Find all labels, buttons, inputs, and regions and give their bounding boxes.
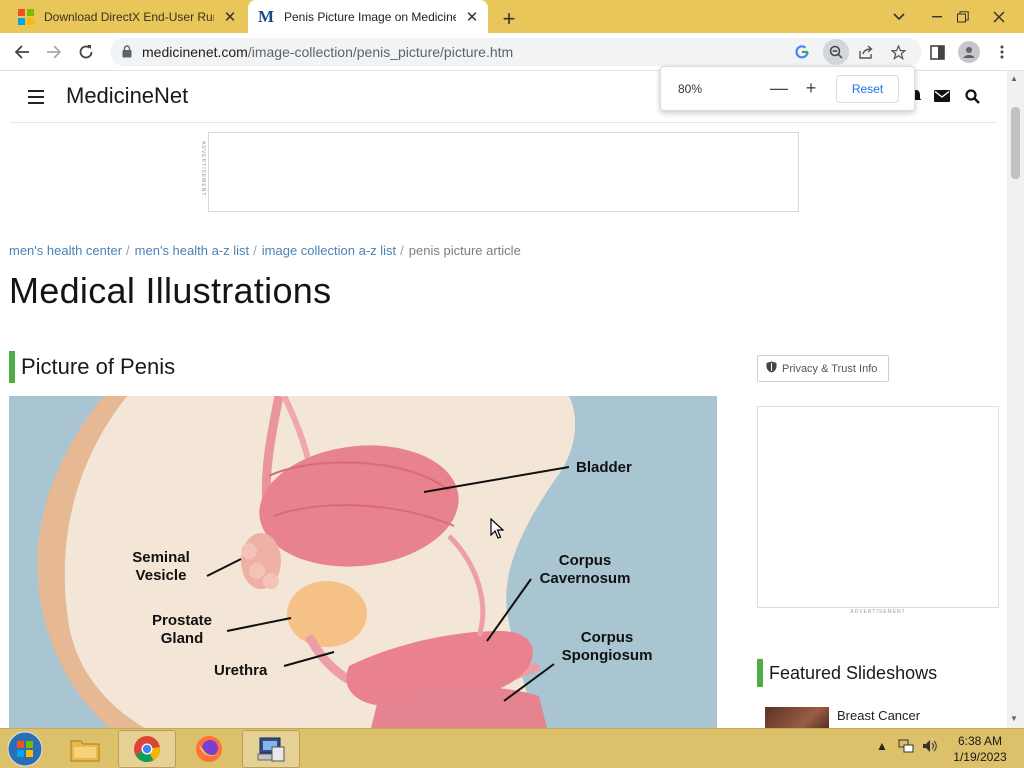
- close-tab-icon[interactable]: ✕: [222, 8, 238, 26]
- close-tab-icon[interactable]: ✕: [464, 8, 480, 26]
- show-hidden-icons-icon[interactable]: ▲: [876, 739, 888, 753]
- shield-icon: [766, 361, 777, 376]
- google-lens-icon[interactable]: [792, 42, 812, 62]
- network-icon[interactable]: [898, 739, 914, 756]
- profile-avatar-icon[interactable]: [958, 41, 980, 63]
- restore-icon[interactable]: [946, 0, 980, 33]
- setup-computer-icon: [257, 737, 285, 762]
- label-seminal-vesicle: Seminal Vesicle: [132, 549, 190, 584]
- address-bar[interactable]: medicinenet.com/image-collection/penis_p…: [110, 38, 922, 66]
- file-explorer-taskbar-button[interactable]: [56, 730, 114, 768]
- new-tab-button[interactable]: +: [498, 6, 520, 32]
- search-icon[interactable]: [962, 86, 982, 106]
- section-accent-bar: [757, 659, 763, 687]
- windows-taskbar: ▲ 6:38 AM 1/19/2023: [0, 728, 1024, 768]
- zoom-popup: 80% — + Reset: [660, 66, 915, 111]
- advertisement-label: ADVERTISEMENT: [850, 609, 906, 615]
- lock-icon[interactable]: [122, 45, 132, 63]
- url-text: medicinenet.com/image-collection/penis_p…: [142, 44, 514, 60]
- system-clock[interactable]: 6:38 AM 1/19/2023: [944, 733, 1016, 765]
- mail-icon[interactable]: [932, 86, 952, 106]
- medicinenet-logo-icon: M: [258, 6, 275, 26]
- zoom-out-button[interactable]: —: [768, 77, 790, 99]
- windows-logo-icon: [7, 731, 43, 767]
- web-page: MedicineNet ADVERTISEMENT men's health c…: [0, 71, 1024, 728]
- volume-icon[interactable]: [922, 739, 938, 756]
- label-prostate-gland: Prostate Gland: [151, 612, 213, 647]
- clock-time: 6:38 AM: [957, 734, 1003, 748]
- back-arrow-icon[interactable]: [10, 40, 34, 64]
- breadcrumb-link[interactable]: men's health center: [9, 243, 122, 258]
- label-corpus-cavernosum: Corpus Cavernosum: [539, 552, 631, 587]
- scroll-up-arrow-icon[interactable]: ▲: [1010, 74, 1018, 83]
- side-panel-icon[interactable]: [926, 41, 948, 63]
- start-button[interactable]: [6, 730, 46, 768]
- label-urethra: Urethra: [214, 662, 268, 679]
- forward-arrow-icon[interactable]: [42, 40, 66, 64]
- privacy-trust-button[interactable]: Privacy & Trust Info: [757, 355, 889, 382]
- label-corpus-spongiosum: Corpus Spongiosum: [561, 629, 653, 664]
- share-icon[interactable]: [856, 42, 876, 62]
- privacy-trust-label: Privacy & Trust Info: [782, 362, 878, 375]
- zoom-reset-button[interactable]: Reset: [836, 75, 899, 103]
- installer-taskbar-button[interactable]: [242, 730, 300, 768]
- breadcrumb-link[interactable]: image collection a-z list: [262, 243, 396, 258]
- section-title: Picture of Penis: [21, 354, 176, 379]
- window-close-icon[interactable]: [982, 0, 1016, 33]
- tab-penis-picture[interactable]: M Penis Picture Image on Medicine ✕: [248, 0, 488, 33]
- reload-icon[interactable]: [74, 40, 98, 64]
- clock-date: 1/19/2023: [953, 750, 1007, 764]
- zoom-level: 80%: [678, 82, 703, 96]
- breadcrumb-current: penis picture article: [408, 243, 521, 258]
- scroll-down-arrow-icon[interactable]: ▼: [1010, 714, 1018, 723]
- bookmark-star-icon[interactable]: [888, 42, 908, 62]
- tab-title: Penis Picture Image on Medicine: [284, 9, 456, 24]
- advertisement-label: ADVERTISEMENT: [200, 141, 206, 197]
- zoom-out-magnifier-icon[interactable]: [823, 39, 849, 65]
- label-bladder: Bladder: [576, 459, 632, 476]
- slideshow-title[interactable]: Breast Cancer: [837, 708, 920, 728]
- firefox-taskbar-button[interactable]: [180, 730, 238, 768]
- breadcrumb-link[interactable]: men's health a-z list: [135, 243, 249, 258]
- zoom-in-button[interactable]: +: [800, 77, 822, 99]
- site-logo[interactable]: MedicineNet: [66, 83, 188, 109]
- mouse-cursor-icon: [490, 517, 506, 545]
- folder-icon: [70, 740, 100, 762]
- microsoft-logo-icon: [18, 8, 34, 25]
- slideshow-thumbnail[interactable]: [765, 707, 829, 728]
- tab-title: Download DirectX End-User Runti: [44, 9, 214, 24]
- section-accent-bar: [9, 351, 15, 383]
- banner-ad-slot: [208, 132, 799, 212]
- slideshow-item[interactable]: Breast Cancer: [765, 707, 920, 728]
- page-title: Medical Illustrations: [9, 270, 332, 311]
- hamburger-menu-icon[interactable]: [28, 90, 44, 104]
- kebab-menu-icon[interactable]: [991, 41, 1013, 63]
- sidebar-ad-slot: [757, 406, 999, 608]
- tab-search-chevron-icon[interactable]: [882, 0, 916, 33]
- breadcrumb: men's health center / men's health a-z lis…: [9, 243, 521, 258]
- page-scrollbar[interactable]: ▲ ▼: [1007, 71, 1024, 728]
- firefox-icon: [196, 736, 222, 762]
- tab-strip: Download DirectX End-User Runti ✕ M Peni…: [0, 0, 1024, 33]
- scrollbar-thumb[interactable]: [1011, 107, 1020, 179]
- chrome-icon: [134, 736, 161, 763]
- anatomy-illustration[interactable]: Bladder Seminal Vesicle Prostate Gland Ure…: [9, 396, 717, 728]
- featured-slideshows-title: Featured Slideshows: [769, 663, 938, 683]
- tab-directx-download[interactable]: Download DirectX End-User Runti ✕: [8, 0, 246, 33]
- chrome-taskbar-button[interactable]: [118, 730, 176, 768]
